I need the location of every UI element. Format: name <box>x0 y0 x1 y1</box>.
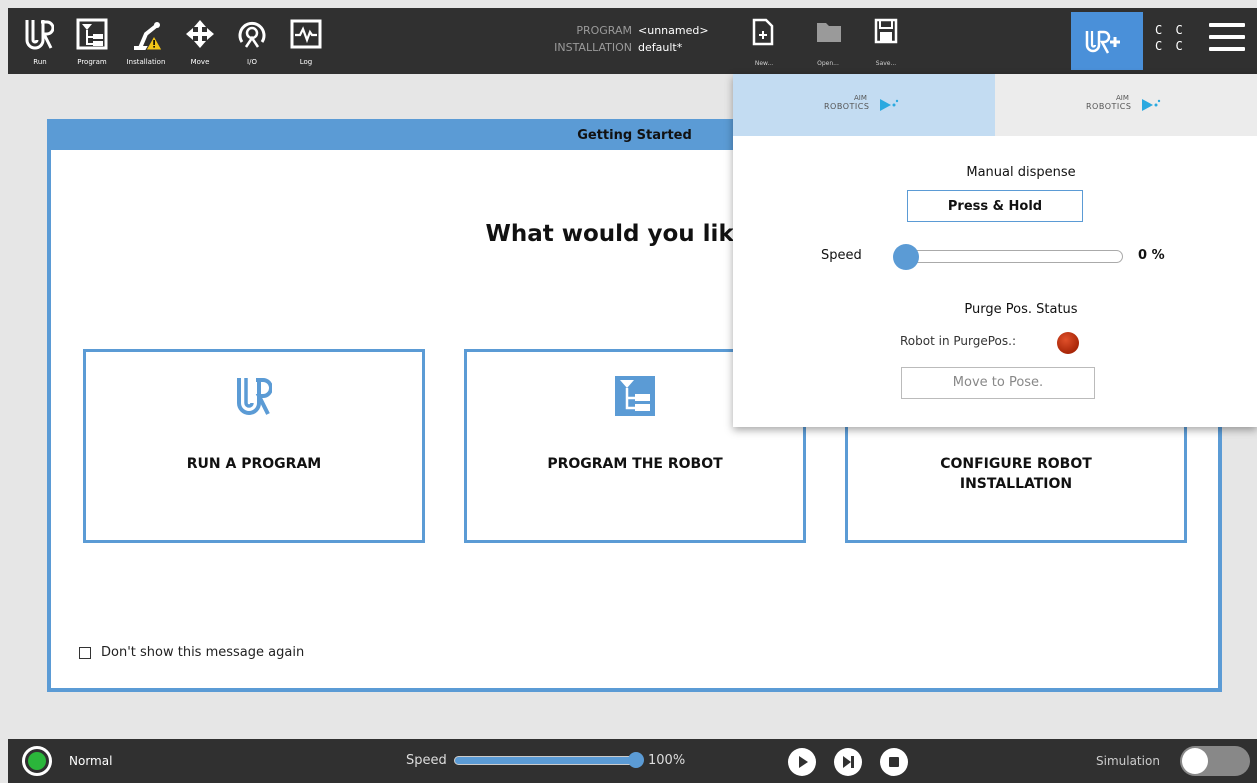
move-to-pose-button[interactable]: Move to Pose. <box>901 367 1095 399</box>
installation-name: default* <box>638 41 683 54</box>
manual-dispense-title: Manual dispense <box>966 165 1076 180</box>
installation-key: INSTALLATION <box>554 41 632 54</box>
new-file-icon <box>752 18 774 46</box>
ur-logo-icon <box>25 20 54 50</box>
press-hold-button[interactable]: Press & Hold <box>907 190 1083 222</box>
toolbar-run-button[interactable]: Run <box>14 8 66 74</box>
speed-slider-label: Speed <box>406 753 447 768</box>
save-file-label: Save... <box>875 60 897 67</box>
ur-logo-icon <box>237 378 272 415</box>
top-toolbar: Run Program Installation Move I/O Log PR… <box>8 8 1257 74</box>
save-disk-icon <box>874 18 898 44</box>
checkbox-box[interactable] <box>79 646 91 659</box>
play-button[interactable] <box>788 748 816 776</box>
dispense-speed-knob[interactable] <box>893 244 919 270</box>
play-icon <box>799 756 808 768</box>
tab-aim-robotics-1[interactable]: AIM ROBOTICS <box>733 74 995 136</box>
new-file-button[interactable]: New... <box>744 8 784 74</box>
toolbar-run-label: Run <box>33 58 47 66</box>
toolbar-move-button[interactable]: Move <box>174 8 226 74</box>
dont-show-checkbox[interactable]: Don't show this message again <box>79 645 304 660</box>
program-tree-icon <box>615 376 655 416</box>
robot-arm-warning-icon <box>134 22 163 51</box>
toolbar-program-button[interactable]: Program <box>66 8 118 74</box>
toolbar-installation-label: Installation <box>126 58 166 66</box>
logo-robotics-text: ROBOTICS <box>1086 102 1132 111</box>
purge-status-led <box>1057 332 1079 354</box>
configure-installation-label: CONFIGURE ROBOT INSTALLATION <box>940 456 1092 492</box>
simulation-toggle[interactable] <box>1180 746 1250 776</box>
run-program-card[interactable]: RUN A PROGRAM <box>83 349 425 543</box>
aim-play-icon <box>1142 99 1161 111</box>
urcaps-button[interactable] <box>1071 12 1143 70</box>
open-file-button[interactable]: Open... <box>808 8 848 74</box>
aim-robotics-logo: AIM ROBOTICS <box>824 94 904 118</box>
move-arrows-icon <box>186 20 214 48</box>
logo-aim-text: AIM <box>1116 94 1129 102</box>
cc-line-1: C C <box>1155 23 1186 37</box>
cc-indicator: C C C C <box>1155 22 1186 54</box>
aim-robotics-panel: AIM ROBOTICS AIM ROBOTICS Manual dispens… <box>733 74 1257 427</box>
speed-slider[interactable] <box>454 756 640 765</box>
robot-status-text: Normal <box>69 754 113 768</box>
toolbar-installation-button[interactable]: Installation <box>120 8 172 74</box>
program-key: PROGRAM <box>576 24 632 37</box>
toolbar-log-button[interactable]: Log <box>280 8 332 74</box>
program-name: <unnamed> <box>638 24 709 37</box>
cc-line-2: C C <box>1155 39 1186 53</box>
new-file-label: New... <box>754 60 774 67</box>
toolbar-log-label: Log <box>299 58 313 66</box>
program-robot-label: PROGRAM THE ROBOT <box>547 456 723 472</box>
purge-status-title: Purge Pos. Status <box>964 302 1078 317</box>
hamburger-menu-icon[interactable] <box>1209 23 1245 53</box>
logo-robotics-text: ROBOTICS <box>824 102 870 111</box>
open-file-label: Open... <box>817 60 839 67</box>
ur-plus-icon <box>1085 30 1120 54</box>
toolbar-io-button[interactable]: I/O <box>226 8 278 74</box>
logo-aim-text: AIM <box>854 94 867 102</box>
save-file-button[interactable]: Save... <box>866 8 906 74</box>
program-info: PROGRAM <unnamed> INSTALLATION default* <box>536 22 736 56</box>
aim-play-icon <box>880 99 899 111</box>
stop-icon <box>889 757 899 767</box>
speed-slider-knob[interactable] <box>628 752 644 768</box>
dispense-speed-slider[interactable] <box>901 250 1123 263</box>
bottom-bar: Normal Speed 100% Simulation <box>8 739 1257 783</box>
step-forward-icon <box>843 756 854 768</box>
dispense-speed-value: 0 % <box>1138 248 1165 263</box>
dispense-speed-label: Speed <box>821 248 862 263</box>
tab-aim-robotics-2[interactable]: AIM ROBOTICS <box>995 74 1257 136</box>
purge-position-label: Robot in PurgePos.: <box>900 334 1016 348</box>
folder-icon <box>817 23 841 42</box>
toolbar-move-label: Move <box>190 58 210 66</box>
stop-button[interactable] <box>880 748 908 776</box>
speed-slider-value: 100% <box>648 753 686 768</box>
step-button[interactable] <box>834 748 862 776</box>
robot-status-button[interactable] <box>22 746 52 776</box>
app-window: Run Program Installation Move I/O Log PR… <box>0 0 1257 783</box>
toolbar-io-label: I/O <box>247 58 257 66</box>
program-tree-icon <box>76 18 108 50</box>
toolbar-program-label: Program <box>77 58 107 66</box>
dont-show-label: Don't show this message again <box>101 645 305 660</box>
log-graph-icon <box>290 19 322 49</box>
simulation-label: Simulation <box>1096 754 1160 768</box>
aim-robotics-logo: AIM ROBOTICS <box>1086 94 1166 118</box>
io-icon <box>238 21 266 48</box>
run-program-label: RUN A PROGRAM <box>186 456 322 472</box>
